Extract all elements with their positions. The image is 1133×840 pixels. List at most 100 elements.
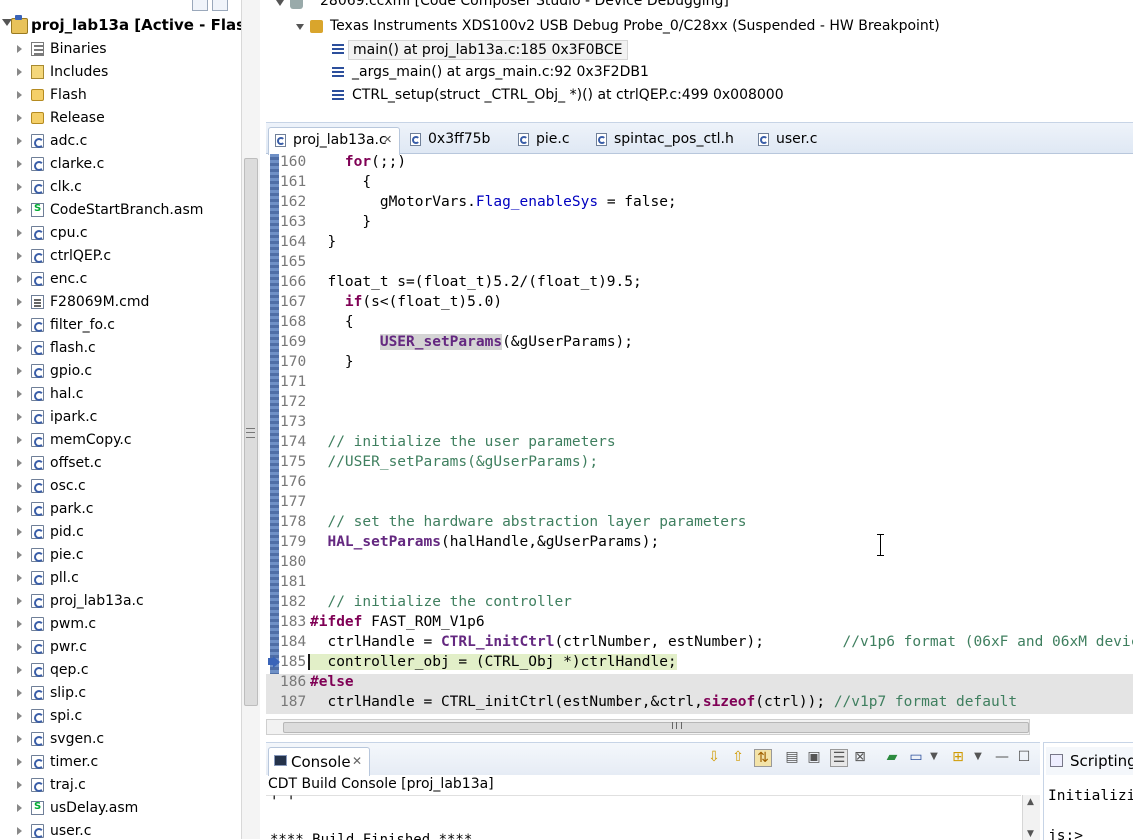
tree-item[interactable]: clk.c <box>0 176 240 199</box>
code-line[interactable]: 177 <box>266 494 1133 514</box>
expand-arrow-icon[interactable] <box>17 712 22 720</box>
link-with-editor-icon[interactable] <box>212 0 228 11</box>
tree-item[interactable]: enc.c <box>0 268 240 291</box>
display-console-icon[interactable]: ▭ <box>908 749 924 765</box>
code-line[interactable]: 180 <box>266 554 1133 574</box>
expand-arrow-icon[interactable] <box>17 344 22 352</box>
tree-item[interactable]: ctrlQEP.c <box>0 245 240 268</box>
remove-launch-icon[interactable]: ⊠ <box>852 749 868 765</box>
expand-arrow-icon[interactable] <box>17 551 22 559</box>
code-line[interactable]: 163 } <box>266 214 1133 234</box>
tree-item[interactable]: ipark.c <box>0 406 240 429</box>
tree-item[interactable]: user.c <box>0 820 240 839</box>
expand-arrow-icon[interactable] <box>17 321 22 329</box>
tree-item[interactable]: pwm.c <box>0 613 240 636</box>
tree-item[interactable]: cpu.c <box>0 222 240 245</box>
tree-item[interactable]: offset.c <box>0 452 240 475</box>
explorer-scrollbar[interactable] <box>241 0 260 839</box>
expand-arrow-icon[interactable] <box>17 666 22 674</box>
code-line[interactable]: 169 USER_setParams(&gUserParams); <box>266 334 1133 354</box>
close-icon[interactable]: ✕ <box>383 133 392 146</box>
scroll-up-icon[interactable]: ▲ <box>1027 797 1034 807</box>
expand-arrow-icon[interactable] <box>17 436 22 444</box>
tree-item[interactable]: Binaries <box>0 38 240 61</box>
code-line[interactable]: 185 controller_obj = (CTRL_Obj *)ctrlHan… <box>266 654 1133 674</box>
expand-arrow-icon[interactable] <box>17 620 22 628</box>
expand-arrow-icon[interactable] <box>17 413 22 421</box>
collapse-all-icon[interactable] <box>192 0 208 11</box>
tree-item[interactable]: pid.c <box>0 521 240 544</box>
tree-item[interactable]: memCopy.c <box>0 429 240 452</box>
code-line[interactable]: 178 // set the hardware abstraction laye… <box>266 514 1133 534</box>
expand-arrow-icon[interactable] <box>17 160 22 168</box>
code-line[interactable]: 167 if(s<(float_t)5.0) <box>266 294 1133 314</box>
expand-arrow-icon[interactable] <box>17 505 22 513</box>
tab-console[interactable]: Console ✕ <box>268 747 370 776</box>
tab-spintac-pos-ctl-h[interactable]: spintac_pos_ctl.h <box>590 127 740 153</box>
code-line[interactable]: 183 #ifdef FAST_ROM_V1p6 <box>266 614 1133 634</box>
expand-arrow-icon[interactable] <box>17 229 22 237</box>
code-line[interactable]: 182 // initialize the controller <box>266 594 1133 614</box>
tree-item[interactable]: CodeStartBranch.asm <box>0 199 240 222</box>
scripting-output[interactable]: Initializing js:> <box>1048 776 1133 840</box>
tree-item[interactable]: traj.c <box>0 774 240 797</box>
tab-proj-lab13a-c[interactable]: proj_lab13a.c ✕ <box>268 127 400 155</box>
expand-arrow-icon[interactable] <box>17 275 22 283</box>
tree-item[interactable]: Release <box>0 107 240 130</box>
clear-console-icon[interactable]: ▤ <box>784 749 800 765</box>
console-output[interactable]: ' ' **** Build Finished **** <box>266 794 1021 840</box>
word-wrap-icon[interactable]: ☰ <box>830 749 848 767</box>
code-line[interactable]: 172 <box>266 394 1133 414</box>
tree-item[interactable]: flash.c <box>0 337 240 360</box>
editor-horizontal-scrollbar[interactable] <box>266 719 1030 735</box>
tree-item[interactable]: Flash <box>0 84 240 107</box>
expand-arrow-icon[interactable] <box>17 804 22 812</box>
tree-item[interactable]: Includes <box>0 61 240 84</box>
tree-item[interactable]: pie.c <box>0 544 240 567</box>
close-icon[interactable]: ✕ <box>352 754 362 768</box>
code-line[interactable]: 187 ctrlHandle = CTRL_initCtrl(estNumber… <box>266 694 1133 714</box>
code-line[interactable]: 160 for(;;) <box>266 154 1133 174</box>
expand-arrow-icon[interactable] <box>17 482 22 490</box>
tab-0x3ff75b[interactable]: 0x3ff75b <box>404 127 499 153</box>
tree-item[interactable]: hal.c <box>0 383 240 406</box>
tree-item[interactable]: usDelay.asm <box>0 797 240 820</box>
scroll-lock-icon[interactable]: ⇅ <box>754 749 772 767</box>
tree-item[interactable]: pll.c <box>0 567 240 590</box>
code-line[interactable]: 162 gMotorVars.Flag_enableSys = false; <box>266 194 1133 214</box>
tab-pie-c[interactable]: pie.c <box>512 127 582 153</box>
expand-arrow-icon[interactable] <box>17 45 22 53</box>
code-line[interactable]: 184 ctrlHandle = CTRL_initCtrl(ctrlNumbe… <box>266 634 1133 654</box>
expand-arrow-icon[interactable] <box>17 367 22 375</box>
code-line[interactable]: 170 } <box>266 354 1133 374</box>
tree-item[interactable]: spi.c <box>0 705 240 728</box>
expand-arrow-icon[interactable] <box>17 137 22 145</box>
arrow-down-icon[interactable]: ⇩ <box>706 749 722 765</box>
expand-arrow-icon[interactable] <box>17 689 22 697</box>
expand-arrow-icon[interactable] <box>17 781 22 789</box>
maximize-icon[interactable]: ☐ <box>1016 749 1032 765</box>
code-line[interactable]: 164 } <box>266 234 1133 254</box>
tree-item[interactable]: proj_lab13a.c <box>0 590 240 613</box>
expand-arrow-icon[interactable] <box>17 252 22 260</box>
tree-item[interactable]: filter_fo.c <box>0 314 240 337</box>
expand-arrow-icon[interactable] <box>17 827 22 835</box>
expand-arrow-icon[interactable] <box>17 735 22 743</box>
tree-item[interactable]: pwr.c <box>0 636 240 659</box>
tree-item[interactable]: osc.c <box>0 475 240 498</box>
code-line[interactable]: 176 <box>266 474 1133 494</box>
tab-user-c[interactable]: user.c <box>752 127 822 153</box>
project-node[interactable]: proj_lab13a [Active - Flash] <box>0 15 241 37</box>
console-scrollbar[interactable]: ▲ ▼ <box>1022 795 1040 840</box>
expand-arrow-icon[interactable] <box>17 68 22 76</box>
chevron-down-icon[interactable]: ▼ <box>926 749 942 765</box>
code-line[interactable]: 171 <box>266 374 1133 394</box>
minimize-icon[interactable]: — <box>994 749 1010 765</box>
code-line[interactable]: 168 { <box>266 314 1133 334</box>
code-line[interactable]: 186 #else <box>266 674 1133 694</box>
arrow-up-icon[interactable]: ⇧ <box>730 749 746 765</box>
expand-arrow-icon[interactable] <box>17 574 22 582</box>
code-line[interactable]: 181 <box>266 574 1133 594</box>
expand-arrow-icon[interactable] <box>17 91 22 99</box>
expand-arrow-icon[interactable] <box>17 114 22 122</box>
